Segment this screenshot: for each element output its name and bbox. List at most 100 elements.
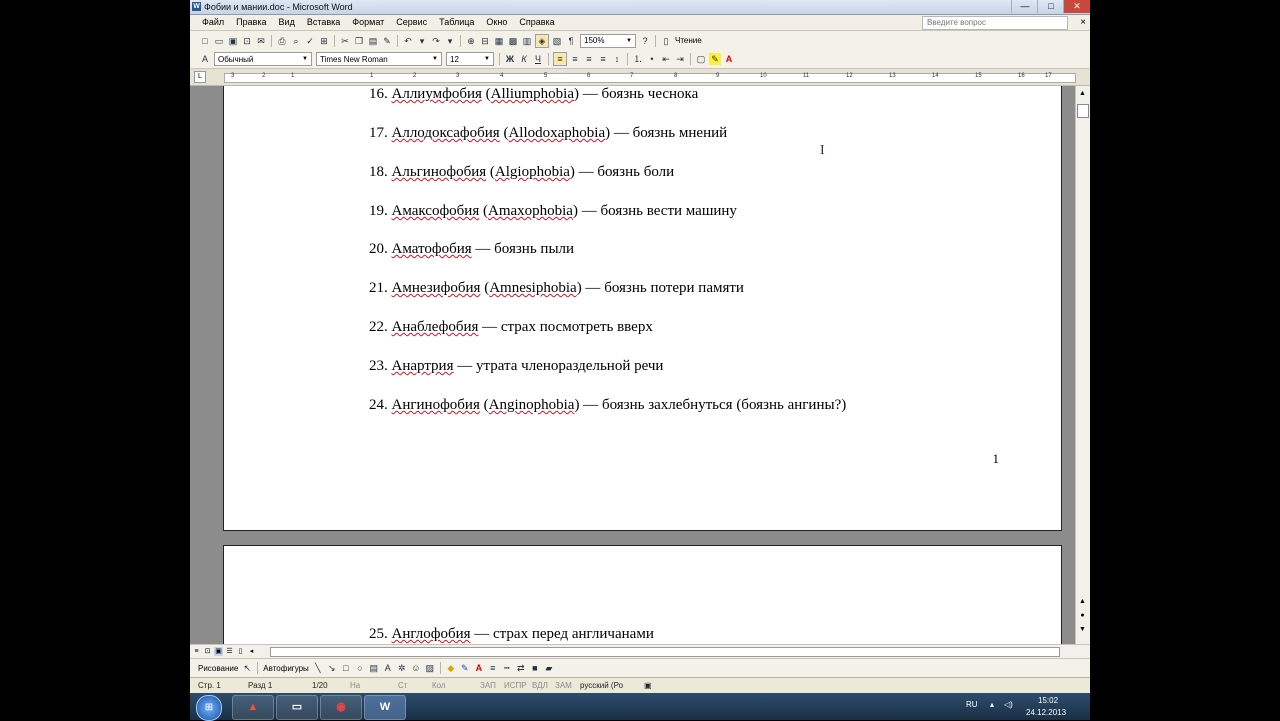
menu-insert[interactable]: Вставка <box>301 15 346 30</box>
show-hide-icon[interactable]: ¶ <box>565 35 577 47</box>
insert-picture-icon[interactable]: ▨ <box>424 662 436 674</box>
oval-tool-icon[interactable]: ○ <box>354 662 366 674</box>
wordart-icon[interactable]: A <box>382 662 394 674</box>
maximize-button[interactable]: □ <box>1037 0 1064 13</box>
save-icon[interactable]: ▣ <box>227 35 239 47</box>
highlight-icon[interactable]: ✎ <box>709 53 721 65</box>
taskbar-chrome-icon[interactable]: ◉ <box>320 695 362 720</box>
volume-icon[interactable]: ◁) <box>1004 700 1013 709</box>
read-mode-icon[interactable]: ▯ <box>660 35 672 47</box>
numbering-icon[interactable]: ⒈ <box>632 53 644 65</box>
diagram-icon[interactable]: ✲ <box>396 662 408 674</box>
rectangle-tool-icon[interactable]: □ <box>340 662 352 674</box>
underline-button[interactable]: Ч <box>532 53 544 65</box>
tables-borders-icon[interactable]: ⊟ <box>479 35 491 47</box>
horizontal-scroll-thumb[interactable] <box>270 647 1060 657</box>
zoom-combo[interactable]: 150% ▼ <box>580 33 636 48</box>
taskbar-app-icon[interactable]: ▲ <box>232 695 274 720</box>
align-center-icon[interactable]: ≡ <box>569 53 581 65</box>
document-page[interactable]: 25. Англофобия — страх перед англичанами <box>223 545 1062 644</box>
autoshapes-button[interactable]: Автофигуры <box>263 664 309 673</box>
select-browse-object-icon[interactable]: ● <box>1077 610 1088 621</box>
line-style-icon[interactable]: ≡ <box>487 662 499 674</box>
reading-view-icon[interactable]: ▯ <box>236 647 245 656</box>
columns-icon[interactable]: ▥ <box>521 35 533 47</box>
tab-selector-icon[interactable]: L <box>194 71 206 83</box>
research-icon[interactable]: ⊞ <box>318 35 330 47</box>
document-map-icon[interactable]: ▧ <box>551 35 563 47</box>
word-app-icon[interactable]: W <box>192 2 201 11</box>
print-icon[interactable]: ⎙ <box>276 35 288 47</box>
new-document-icon[interactable]: □ <box>199 35 211 47</box>
email-icon[interactable]: ✉ <box>255 35 267 47</box>
document-close-button[interactable]: × <box>1080 15 1086 30</box>
copy-icon[interactable]: ❐ <box>353 35 365 47</box>
font-size-combo[interactable]: 12 ▼ <box>446 52 494 66</box>
clock-time[interactable]: 15:02 <box>1038 696 1058 705</box>
start-button[interactable]: ⊞ <box>196 695 222 721</box>
insert-table-icon[interactable]: ▦ <box>493 35 505 47</box>
status-track-changes[interactable]: ИСПР <box>504 681 527 690</box>
font-combo[interactable]: Times New Roman ▼ <box>316 52 442 66</box>
help-icon[interactable]: ? <box>639 35 651 47</box>
menu-edit[interactable]: Правка <box>230 15 272 30</box>
scroll-thumb[interactable] <box>1077 104 1089 118</box>
align-right-icon[interactable]: ≡ <box>583 53 595 65</box>
menu-format[interactable]: Формат <box>346 15 390 30</box>
line-spacing-icon[interactable]: ↕ <box>611 53 623 65</box>
undo-icon[interactable]: ↶ <box>402 35 414 47</box>
font-color-icon[interactable]: A <box>723 53 735 65</box>
undo-dropdown-icon[interactable]: ▾ <box>416 35 428 47</box>
clip-art-icon[interactable]: ☺ <box>410 662 422 674</box>
web-view-icon[interactable]: ⊡ <box>203 647 212 656</box>
menu-table[interactable]: Таблица <box>433 15 480 30</box>
normal-view-icon[interactable]: ≡ <box>192 647 201 656</box>
clock-date[interactable]: 24.12.2013 <box>1026 708 1066 717</box>
print-preview-icon[interactable]: ⌕ <box>290 35 302 47</box>
spelling-icon[interactable]: ✓ <box>304 35 316 47</box>
close-button[interactable]: ✕ <box>1063 0 1090 13</box>
status-overtype[interactable]: ЗАМ <box>555 681 572 690</box>
align-left-icon[interactable]: ≡ <box>553 52 567 66</box>
arrow-tool-icon[interactable]: ↘ <box>326 662 338 674</box>
status-extend[interactable]: ВДЛ <box>532 681 548 690</box>
redo-icon[interactable]: ↷ <box>430 35 442 47</box>
drawing-icon[interactable]: ◈ <box>535 33 549 48</box>
vertical-scrollbar[interactable]: ▲ ▲ ● ▼ <box>1075 86 1090 644</box>
status-record[interactable]: ЗАП <box>480 681 496 690</box>
open-folder-icon[interactable]: ▭ <box>213 35 225 47</box>
line-color-icon[interactable]: ✎ <box>459 662 471 674</box>
help-question-input[interactable]: Введите вопрос <box>922 16 1068 30</box>
minimize-button[interactable]: — <box>1011 0 1038 13</box>
decrease-indent-icon[interactable]: ⇤ <box>660 53 672 65</box>
redo-dropdown-icon[interactable]: ▾ <box>444 35 456 47</box>
shadow-style-icon[interactable]: ■ <box>529 662 541 674</box>
menu-file[interactable]: Файл <box>196 15 230 30</box>
3d-style-icon[interactable]: ▰ <box>543 662 555 674</box>
horizontal-scrollbar[interactable]: ≡ ⊡ ▣ ☰ ▯ ◂ <box>190 644 1090 658</box>
menu-help[interactable]: Справка <box>513 15 560 30</box>
scroll-left-icon[interactable]: ◂ <box>247 647 256 656</box>
taskbar-explorer-icon[interactable]: ▭ <box>276 695 318 720</box>
ruler-strip[interactable]: 3 2 1 1 2 3 4 5 6 7 8 9 10 11 12 13 14 1… <box>224 73 1076 83</box>
permission-icon[interactable]: ⊡ <box>241 35 253 47</box>
arrow-style-icon[interactable]: ⇄ <box>515 662 527 674</box>
scroll-down-icon[interactable]: ▼ <box>1077 624 1088 635</box>
drawing-font-color-icon[interactable]: A <box>473 662 485 674</box>
dash-style-icon[interactable]: ┅ <box>501 662 513 674</box>
bullets-icon[interactable]: • <box>646 53 658 65</box>
tray-expand-icon[interactable]: ▴ <box>990 700 994 709</box>
paste-icon[interactable]: ▤ <box>367 35 379 47</box>
style-combo[interactable]: Обычный ▼ <box>214 52 312 66</box>
scroll-up-icon[interactable]: ▲ <box>1077 88 1088 99</box>
language-indicator[interactable]: RU <box>966 700 978 709</box>
outline-view-icon[interactable]: ☰ <box>225 647 234 656</box>
fill-color-icon[interactable]: ◆ <box>445 662 457 674</box>
justify-icon[interactable]: ≡ <box>597 53 609 65</box>
document-area[interactable]: 16. Аллиумфобия (Alliumphobia) — боязнь … <box>190 86 1075 644</box>
taskbar-word-icon[interactable]: W <box>364 695 406 720</box>
read-mode-button[interactable]: Чтение <box>675 36 702 45</box>
insert-excel-icon[interactable]: ▩ <box>507 35 519 47</box>
borders-icon[interactable]: ▢ <box>695 53 707 65</box>
menu-window[interactable]: Окно <box>480 15 513 30</box>
